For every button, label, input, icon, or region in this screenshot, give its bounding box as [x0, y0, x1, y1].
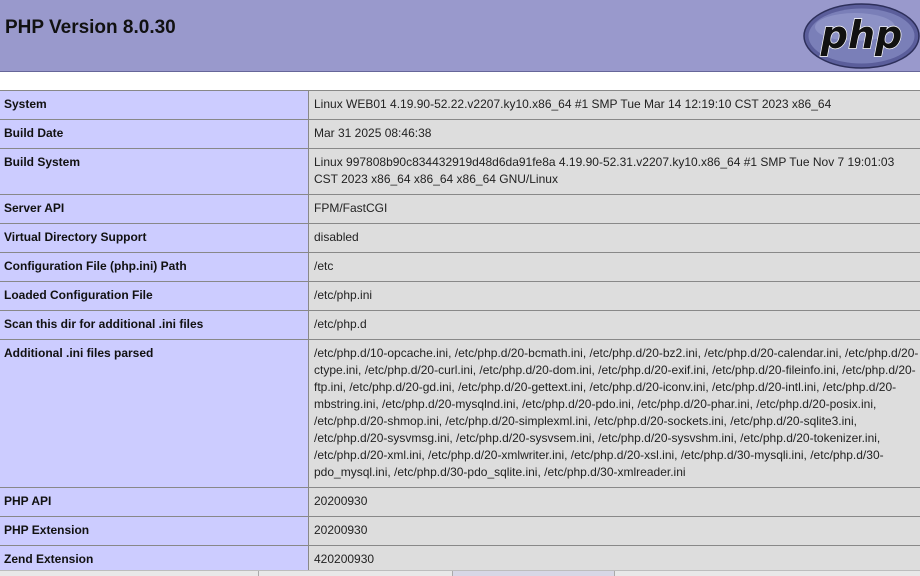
row-value: /etc — [309, 253, 920, 281]
horizontal-scrollbar[interactable] — [0, 570, 920, 576]
row-key: Build Date — [0, 120, 309, 148]
row-key: Server API — [0, 195, 309, 223]
table-row: Additional .ini files parsed/etc/php.d/1… — [0, 340, 920, 488]
row-key: Additional .ini files parsed — [0, 340, 309, 487]
table-row: Configuration File (php.ini) Path/etc — [0, 253, 920, 282]
table-row: Build Date Mar 31 2025 08:46:38 — [0, 120, 920, 149]
table-row: PHP Extension 20200930 — [0, 517, 920, 546]
table-row: Loaded Configuration File/etc/php.ini — [0, 282, 920, 311]
row-key: System — [0, 91, 309, 119]
php-info-table: System Linux WEB01 4.19.90-52.22.v2207.ky… — [0, 90, 920, 576]
table-row: System Linux WEB01 4.19.90-52.22.v2207.ky… — [0, 90, 920, 120]
row-value: /etc/php.ini — [309, 282, 920, 310]
scrollbar-segment — [258, 571, 452, 576]
row-key: PHP API — [0, 488, 309, 516]
php-version-header: PHP Version 8.0.30 php — [0, 0, 920, 72]
table-row: Server API FPM/FastCGI — [0, 195, 920, 224]
table-row: Scan this dir for additional .ini files /… — [0, 311, 920, 340]
scrollbar-segment — [614, 571, 920, 576]
row-key: Build System — [0, 149, 309, 194]
row-key: Virtual Directory Support — [0, 224, 309, 252]
table-row: Build System Linux 997808b90c834432919d48… — [0, 149, 920, 195]
row-key: Loaded Configuration File — [0, 282, 309, 310]
phpinfo-page: PHP Version 8.0.30 php System Linux WEB01… — [0, 0, 920, 576]
table-row: Virtual Directory Support disabled — [0, 224, 920, 253]
php-logo: php — [803, 3, 920, 69]
row-value: /etc/php.d — [309, 311, 920, 339]
table-row: PHP API 20200930 — [0, 488, 920, 517]
row-value: Linux 997808b90c834432919d48d6da91fe8a 4… — [309, 149, 920, 194]
row-value: FPM/FastCGI — [309, 195, 920, 223]
row-value: 20200930 — [309, 517, 920, 545]
php-logo-text: php — [820, 13, 902, 57]
row-value: /etc/php.d/10-opcache.ini, /etc/php.d/20… — [309, 340, 920, 487]
row-key: PHP Extension — [0, 517, 309, 545]
scrollbar-thumb[interactable] — [452, 571, 614, 576]
row-key: Scan this dir for additional .ini files — [0, 311, 309, 339]
page-title: PHP Version 8.0.30 — [5, 17, 176, 38]
row-value: Mar 31 2025 08:46:38 — [309, 120, 920, 148]
row-value: 20200930 — [309, 488, 920, 516]
row-value: disabled — [309, 224, 920, 252]
row-value: Linux WEB01 4.19.90-52.22.v2207.ky10.x86… — [309, 91, 920, 119]
row-key: Configuration File (php.ini) Path — [0, 253, 309, 281]
